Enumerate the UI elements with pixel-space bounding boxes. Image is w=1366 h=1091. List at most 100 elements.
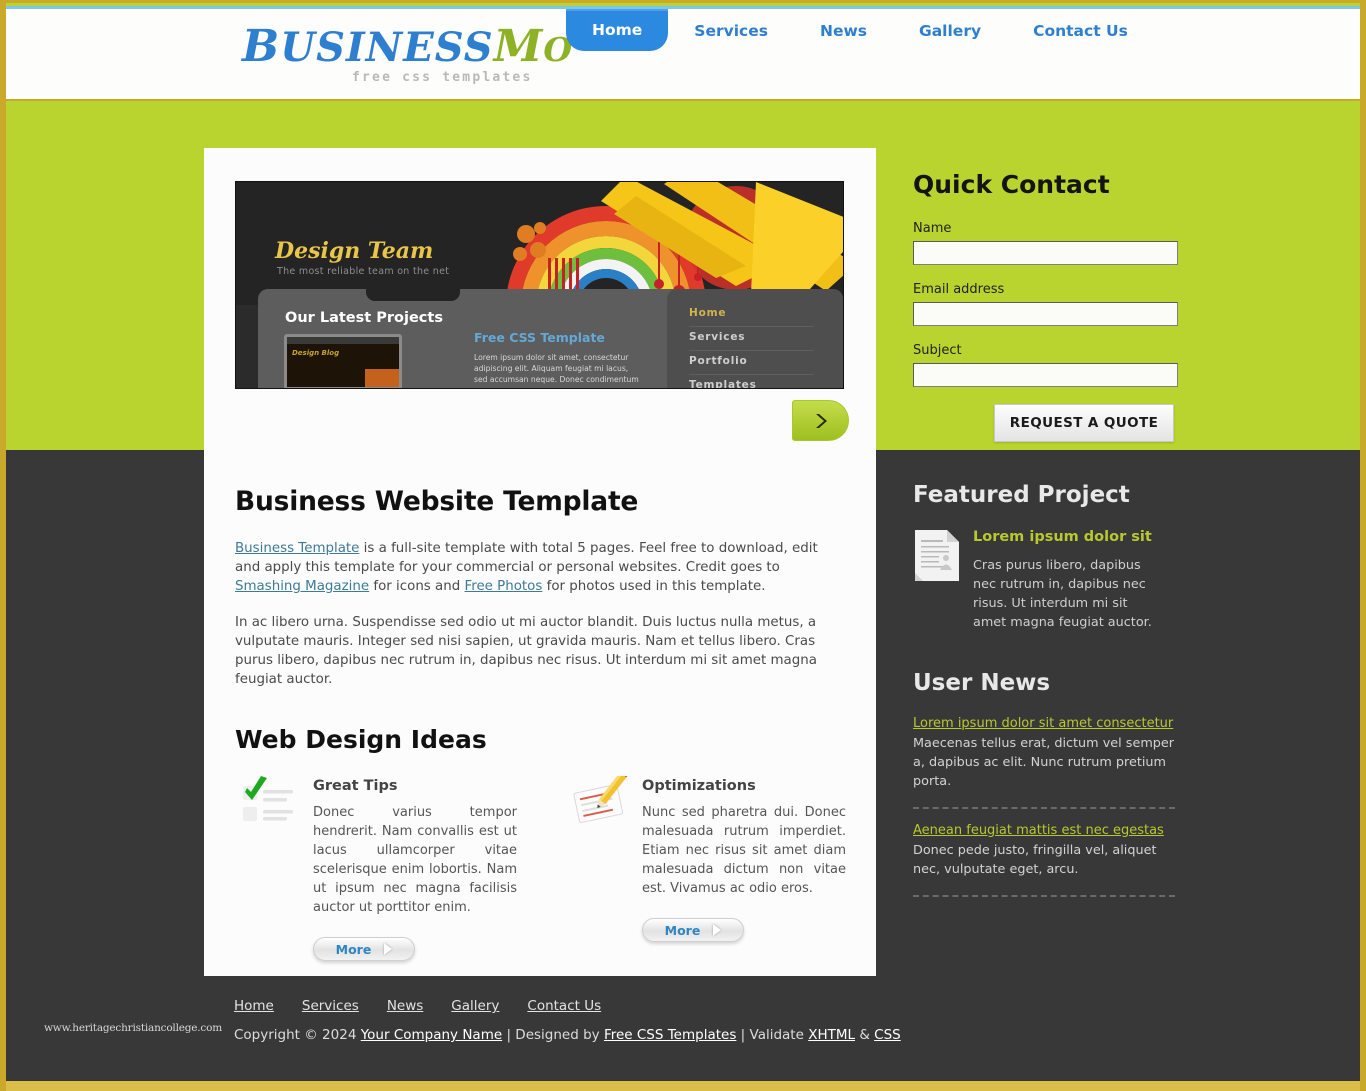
nav-item-services[interactable]: Services: [668, 9, 794, 51]
footer-link-news[interactable]: News: [387, 998, 423, 1014]
chevron-right-icon: [815, 413, 827, 428]
site-header: BUSINESSMO free css templates Home Servi…: [6, 9, 1360, 101]
hero-thumb-block: [365, 369, 399, 387]
nav-item-gallery[interactable]: Gallery: [893, 9, 1007, 51]
more-button-label: More: [335, 941, 372, 957]
designed-by-prefix: | Designed by: [502, 1027, 604, 1043]
footer-link-designer[interactable]: Free CSS Templates: [604, 1027, 736, 1043]
news-body-2: Donec pede justo, fringilla vel, aliquet…: [913, 843, 1157, 877]
news-divider-2: [913, 895, 1175, 897]
featured-project-text: Cras purus libero, dapibus nec rutrum in…: [973, 558, 1152, 630]
nav-item-home[interactable]: Home: [566, 9, 669, 51]
main-nav: Home Services News Gallery Contact Us: [566, 9, 1154, 53]
hero-slider-image[interactable]: Design Team The most reliable team on th…: [235, 181, 844, 389]
hero-panel-notch: [366, 289, 460, 301]
site-logo[interactable]: BUSINESSMO free css templates: [242, 25, 572, 86]
idea-body-great-tips: Donec varius tempor hendrerit. Nam conva…: [313, 805, 517, 915]
request-quote-button[interactable]: REQUEST A QUOTE: [994, 404, 1174, 442]
next-slide-button[interactable]: [792, 400, 849, 441]
idea-card-optimizations: Optimizations Nunc sed pharetra dui. Don…: [564, 772, 846, 961]
logo-wordmark: BUSINESSMO: [242, 25, 572, 72]
news-divider-1: [913, 807, 1175, 809]
name-input[interactable]: [913, 241, 1178, 265]
more-button-optimizations[interactable]: More: [642, 918, 744, 942]
news-link-2[interactable]: Aenean feugiat mattis est nec egestas: [913, 823, 1185, 838]
intro-paragraph: Business Template is a full-site templat…: [235, 539, 847, 596]
hero-subtitle: The most reliable team on the net: [277, 266, 450, 277]
subject-input[interactable]: [913, 363, 1178, 387]
hero-menu-home[interactable]: Home: [689, 307, 814, 327]
logo-m: M: [493, 21, 544, 72]
email-field-label: Email address: [913, 282, 1005, 297]
featured-project-card: Lorem ipsum dolor sit Cras purus libero,…: [913, 528, 1185, 632]
footer-link-services[interactable]: Services: [302, 998, 359, 1014]
nav-item-contact-us[interactable]: Contact Us: [1007, 9, 1154, 51]
subject-field-label: Subject: [913, 343, 962, 358]
footer-link-company[interactable]: Your Company Name: [361, 1027, 502, 1043]
document-icon: [915, 530, 959, 581]
ampersand: &: [855, 1027, 875, 1043]
top-stripe-blue: [6, 6, 1360, 9]
hero-article-body: Lorem ipsum dolor sit amet, consectetur …: [474, 353, 639, 384]
green-check-list-icon: [243, 776, 293, 821]
footer-link-home[interactable]: Home: [234, 998, 274, 1014]
site-footer: www.heritagechristiancollege.com Home Se…: [6, 986, 1360, 1081]
link-smashing-magazine[interactable]: Smashing Magazine: [235, 579, 369, 594]
news-item-2: Aenean feugiat mattis est nec egestas Do…: [913, 823, 1185, 879]
idea-heading-optimizations: Optimizations: [642, 778, 756, 794]
hero-menu-templates[interactable]: Templates: [689, 379, 814, 388]
play-triangle-icon: [384, 943, 393, 955]
play-triangle-icon: [713, 924, 722, 936]
featured-project-title: Featured Project: [913, 482, 1130, 508]
hero-article-title: Free CSS Template: [474, 330, 605, 345]
intro-text-2: for icons and: [369, 579, 465, 594]
featured-project-body: Lorem ipsum dolor sit Cras purus libero,…: [973, 528, 1153, 632]
hero-thumb-topbar: [287, 337, 399, 344]
center-column: Design Team The most reliable team on th…: [204, 148, 876, 976]
hero-title: Design Team: [275, 238, 434, 264]
news-link-1[interactable]: Lorem ipsum dolor sit amet consectetur: [913, 716, 1185, 731]
nav-item-news[interactable]: News: [794, 9, 893, 51]
link-business-template[interactable]: Business Template: [235, 541, 359, 556]
pencil-paper-icon: [573, 776, 630, 823]
hero-menu-portfolio[interactable]: Portfolio: [689, 355, 814, 375]
header-divider-green: [6, 101, 1360, 105]
hero-side-menu: Home Services Portfolio Templates: [667, 289, 843, 388]
bottom-stripe-gold: [6, 1081, 1360, 1091]
footer-link-css[interactable]: CSS: [874, 1027, 901, 1043]
hero-panel-heading: Our Latest Projects: [285, 310, 443, 326]
page-root: BUSINESSMO free css templates Home Servi…: [0, 0, 1366, 1091]
news-item-1: Lorem ipsum dolor sit amet consectetur M…: [913, 716, 1185, 791]
name-field-label: Name: [913, 221, 952, 236]
quick-contact-panel: Quick Contact Name Email address Subject…: [913, 170, 1185, 442]
hero-thumb-label: Design Blog: [292, 349, 340, 357]
hero-thumbnail: Design Blog: [284, 334, 402, 388]
user-news-title: User News: [913, 670, 1051, 696]
watermark-text: www.heritagechristiancollege.com: [44, 1022, 222, 1034]
link-free-photos[interactable]: Free Photos: [465, 579, 543, 594]
more-button-label: More: [664, 922, 701, 938]
logo-b: B: [242, 21, 281, 72]
intro-text-3: for photos used in this template.: [542, 579, 766, 594]
dark-sidebar: Featured Project Lorem ipsum dolor sit C…: [913, 482, 1185, 911]
idea-card-great-tips: Great Tips Donec varius tempor hendrerit…: [235, 772, 517, 961]
idea-heading-great-tips: Great Tips: [313, 778, 398, 794]
featured-project-heading[interactable]: Lorem ipsum dolor sit: [973, 528, 1153, 547]
validate-prefix: | Validate: [736, 1027, 809, 1043]
hero-menu-services[interactable]: Services: [689, 331, 814, 351]
footer-link-contact-us[interactable]: Contact Us: [527, 998, 601, 1014]
footer-link-gallery[interactable]: Gallery: [451, 998, 499, 1014]
ideas-columns: Great Tips Donec varius tempor hendrerit…: [235, 772, 847, 961]
footer-link-xhtml[interactable]: XHTML: [808, 1027, 855, 1043]
news-body-1: Maecenas tellus erat, dictum vel semper …: [913, 736, 1175, 789]
body-paragraph: In ac libero urna. Suspendisse sed odio …: [235, 615, 817, 687]
idea-body-optimizations: Nunc sed pharetra dui. Donec malesuada r…: [642, 805, 846, 896]
email-input[interactable]: [913, 302, 1178, 326]
quick-contact-title: Quick Contact: [913, 170, 1110, 199]
logo-tagline: free css templates: [352, 70, 533, 85]
copyright-prefix: Copyright © 2024: [234, 1027, 361, 1043]
page-title: Business Website Template: [235, 486, 639, 517]
more-button-great-tips[interactable]: More: [313, 937, 415, 961]
footer-copyright: Copyright © 2024 Your Company Name | Des…: [234, 1027, 901, 1043]
section-title-web-design-ideas: Web Design Ideas: [235, 725, 487, 754]
